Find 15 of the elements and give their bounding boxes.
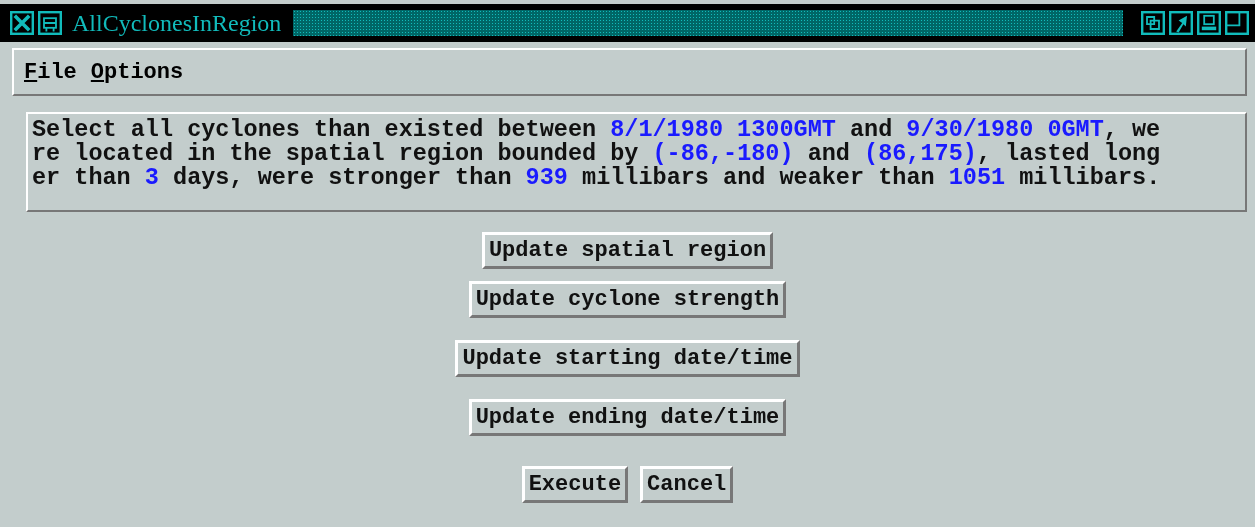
update-button[interactable]: Update ending date/time bbox=[468, 399, 787, 436]
maximize-icon[interactable] bbox=[1225, 11, 1249, 35]
update-button[interactable]: Update starting date/time bbox=[455, 340, 800, 377]
menu-item[interactable]: Options bbox=[90, 59, 184, 85]
action-button[interactable]: Execute bbox=[521, 466, 629, 503]
update-button[interactable]: Update cyclone strength bbox=[468, 281, 787, 318]
x-logo-icon[interactable] bbox=[10, 11, 34, 35]
window-title: AllCyclonesInRegion bbox=[72, 9, 282, 37]
action-button[interactable]: Cancel bbox=[640, 466, 734, 503]
cube-icon[interactable] bbox=[1141, 11, 1165, 35]
update-button[interactable]: Update spatial region bbox=[481, 232, 774, 269]
query-description: Select all cyclones than existed between 8/1/1980 1300GMT and 9/30/1980 0GMT, we re located in the spatial region bounded by (-86,-180) and (86,175), lasted long er than 3 days, were stronger than 939 millibars and weaker than 1051 millibars. bbox=[32, 118, 1162, 190]
window-menu-icon[interactable] bbox=[38, 11, 62, 35]
computer-icon[interactable] bbox=[1197, 11, 1221, 35]
menu-item[interactable]: File bbox=[24, 59, 77, 85]
